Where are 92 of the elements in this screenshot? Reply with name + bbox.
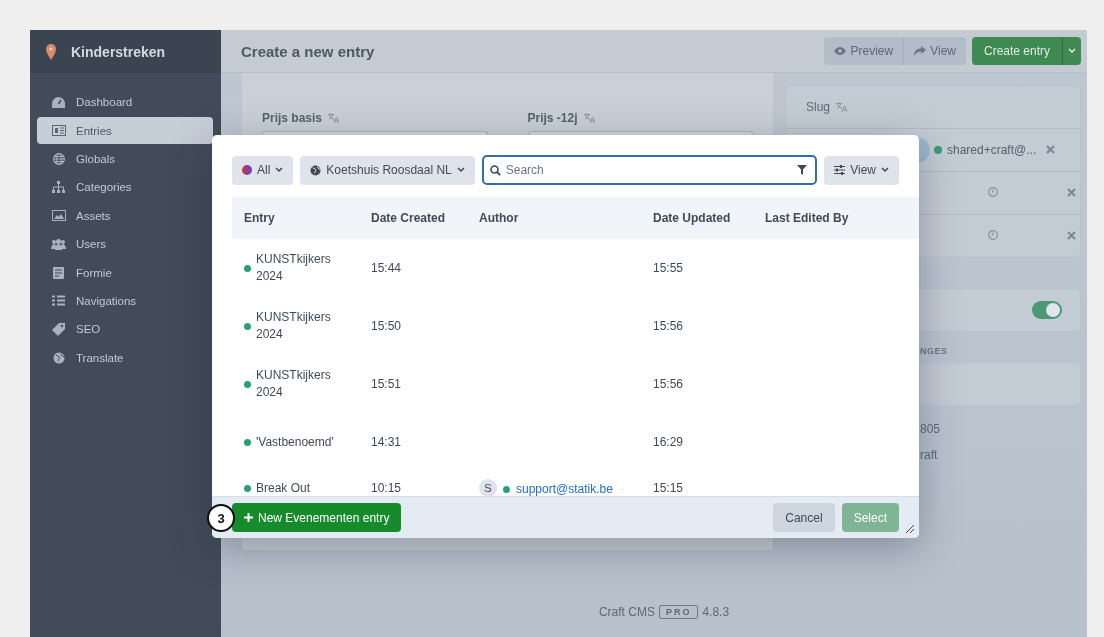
author-link[interactable]: support@statik.be — [516, 482, 613, 496]
column-header[interactable]: Author — [467, 197, 641, 239]
sidebar-item[interactable]: Categories — [37, 174, 213, 201]
toggle-switch[interactable] — [1032, 301, 1062, 319]
header-button[interactable]: View — [904, 37, 966, 65]
plus-icon — [244, 513, 253, 522]
field-label: Prijs basis — [262, 111, 323, 125]
filter-icon[interactable] — [797, 165, 808, 175]
status-dot — [244, 438, 251, 446]
meta-text: 805 — [920, 422, 942, 436]
new-entry-button[interactable]: New Evenementen entry — [232, 503, 402, 532]
status-dot — [244, 264, 251, 272]
status-dot — [244, 322, 251, 330]
table-cell-text: 15:56 — [652, 317, 685, 335]
text-field[interactable] — [920, 362, 1081, 406]
sidebar-item[interactable]: Navigations — [37, 287, 213, 315]
author-email: shared+craft@... — [947, 143, 1037, 157]
tag-icon — [52, 322, 65, 336]
sidebar-item[interactable]: SEO — [37, 316, 213, 343]
translate-icon — [583, 113, 595, 123]
sidebar-item[interactable]: Users — [37, 230, 213, 258]
avatar-icon: S — [479, 479, 497, 496]
table-cell-text: 15:51 — [370, 375, 403, 393]
table-cell-text: 16:29 — [652, 433, 685, 451]
remove-icon[interactable] — [1067, 188, 1076, 197]
globe-icon — [52, 152, 65, 165]
clock-icon — [988, 230, 998, 240]
column-header[interactable]: Date Updated — [641, 197, 753, 239]
users-icon — [51, 238, 66, 250]
edition-label: PRO — [658, 605, 699, 619]
source-filter-button[interactable]: All — [232, 155, 294, 185]
entry-title[interactable]: 'Vastbenoemd' — [256, 433, 334, 451]
translate-icon — [328, 113, 340, 123]
map-pin-icon — [46, 43, 56, 60]
status-dot — [503, 485, 510, 493]
field-label: Prijs -12j — [527, 111, 578, 125]
cancel-button[interactable]: Cancel — [773, 503, 835, 532]
entry-title[interactable]: KUNSTkijkers 2024 — [256, 367, 347, 401]
globe-icon — [310, 164, 322, 176]
share-arrow-icon — [914, 46, 927, 56]
sidebar-item[interactable]: Dashboard — [37, 89, 213, 116]
search-field[interactable]: Search — [481, 155, 818, 185]
table-cell-text: 15:15 — [652, 480, 685, 496]
globe-icon — [52, 351, 65, 364]
table-cell: 15:55 — [641, 239, 753, 297]
eye-icon — [834, 47, 847, 55]
image-icon — [51, 210, 66, 222]
status-dot — [934, 146, 942, 154]
table-cell: 15:44 — [359, 239, 467, 297]
column-header[interactable]: Date Created — [359, 197, 467, 239]
table-cell-text: 15:50 — [370, 317, 403, 335]
status-dot — [244, 380, 251, 388]
sidebar-item[interactable]: Entries — [37, 117, 213, 144]
caret-icon — [1068, 48, 1076, 54]
version-number: 4.8.3 — [702, 605, 730, 619]
caret-icon — [456, 167, 465, 173]
resize-handle-icon[interactable] — [903, 522, 915, 534]
source-dot-icon — [242, 165, 252, 175]
dashboard-icon — [52, 96, 65, 108]
page-title: Create a new entry — [241, 42, 376, 60]
sidebar-item[interactable]: Formie — [37, 259, 213, 286]
column-header[interactable]: Last Edited By — [753, 197, 901, 239]
status-dot — [244, 484, 251, 492]
sidebar-item[interactable]: Translate — [37, 344, 213, 371]
column-header[interactable]: Entry — [232, 197, 359, 239]
list-icon — [52, 295, 65, 307]
slug-label: Slug — [806, 100, 831, 114]
entry-title[interactable]: Break Out — [256, 481, 311, 495]
view-button[interactable]: View — [824, 155, 899, 185]
entry-title[interactable]: KUNSTkijkers 2024 — [256, 251, 347, 285]
document-icon — [53, 266, 64, 279]
remove-icon[interactable] — [1046, 145, 1055, 154]
sliders-icon — [834, 165, 846, 175]
meta-text: raft — [920, 448, 939, 462]
section-label: NGES — [919, 346, 949, 356]
site-filter-button[interactable]: Koetshuis Roosdaal NL — [300, 155, 475, 185]
header-button[interactable]: Preview — [824, 37, 905, 65]
table-cell-text: 15:56 — [652, 375, 685, 393]
table-cell-text: 14:31 — [370, 433, 403, 451]
newspaper-icon — [51, 125, 66, 137]
translate-icon — [836, 102, 848, 112]
caret-icon — [275, 167, 284, 173]
entry-title[interactable]: KUNSTkijkers 2024 — [256, 309, 347, 343]
site-name: Kinderstreken — [71, 43, 166, 60]
remove-icon[interactable] — [1067, 231, 1076, 240]
sidebar-item[interactable]: Globals — [37, 145, 213, 173]
product-name: Craft CMS — [598, 605, 655, 619]
clock-icon — [988, 187, 998, 197]
caret-icon — [881, 167, 889, 173]
table-cell-text: 10:15 — [370, 480, 403, 496]
sitemap-icon — [52, 181, 65, 194]
sidebar-item[interactable]: Assets — [37, 202, 213, 229]
